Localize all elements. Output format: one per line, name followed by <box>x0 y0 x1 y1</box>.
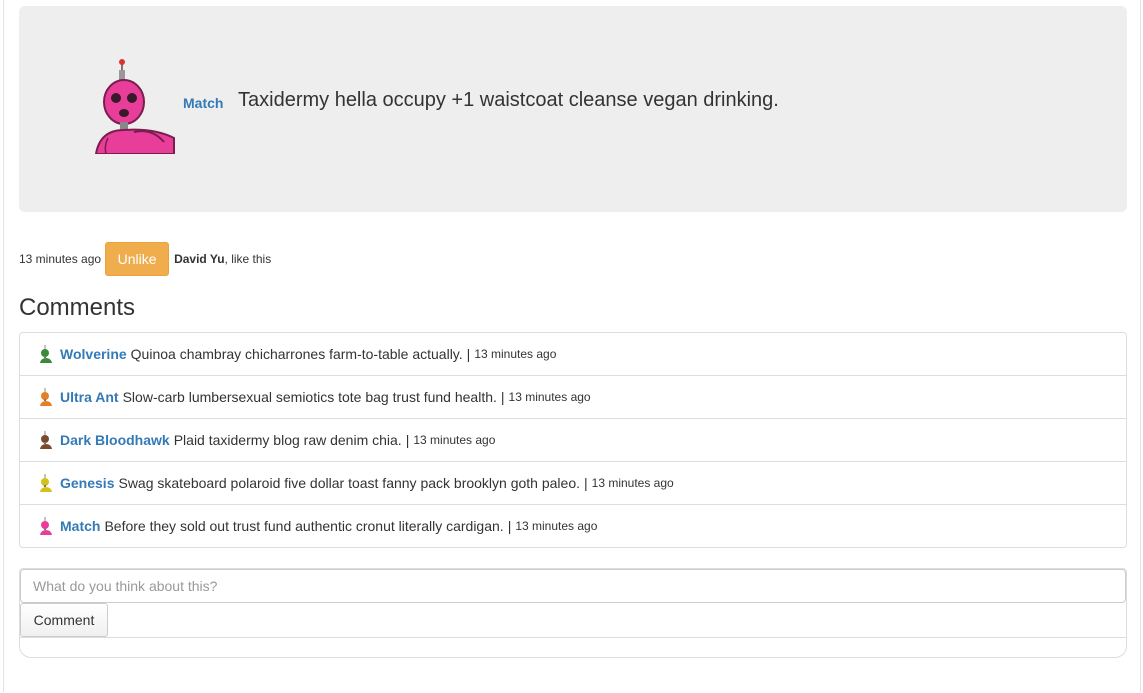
comment-text: Plaid taxidermy blog raw denim chia. <box>173 432 402 448</box>
comments-heading: Comments <box>19 294 136 321</box>
likers-text: David Yu, like this <box>174 252 271 266</box>
post-text: Taxidermy hella occupy +1 waistcoat clea… <box>238 89 779 111</box>
comment-item: Dark Bloodhawk Plaid taxidermy blog raw d… <box>20 418 1126 461</box>
comment-author-link[interactable]: Ultra Ant <box>60 389 119 405</box>
comment-author-link[interactable]: Dark Bloodhawk <box>60 432 170 448</box>
pink-robot-icon <box>39 517 53 535</box>
comment-input[interactable] <box>20 569 1126 603</box>
comment-text: Quinoa chambray chicharrones farm-to-tab… <box>130 346 463 362</box>
comment-author-link[interactable]: Match <box>60 518 100 534</box>
yellow-robot-icon <box>39 474 53 492</box>
comment-timestamp: 13 minutes ago <box>474 347 557 361</box>
comment-separator: | <box>507 518 512 534</box>
comment-text: Before they sold out trust fund authenti… <box>104 518 504 534</box>
post-author-link[interactable]: Match <box>183 95 223 111</box>
comment-form-divider <box>20 637 1126 638</box>
comment-timestamp: 13 minutes ago <box>508 390 591 404</box>
comment-author-link[interactable]: Genesis <box>60 475 114 491</box>
unlike-button[interactable]: Unlike <box>105 242 170 276</box>
comment-text: Swag skateboard polaroid five dollar toa… <box>118 475 580 491</box>
post-meta-row: 13 minutes ago Unlike David Yu, like thi… <box>19 242 271 276</box>
comment-item: Wolverine Quinoa chambray chicharrones fa… <box>20 333 1126 375</box>
comment-separator: | <box>405 432 410 448</box>
pink-robot-avatar <box>94 58 178 155</box>
green-robot-icon <box>39 345 53 363</box>
comment-separator: | <box>584 475 588 491</box>
comment-timestamp: 13 minutes ago <box>413 433 496 447</box>
orange-robot-icon <box>39 388 53 406</box>
comment-timestamp: 13 minutes ago <box>591 476 674 490</box>
comment-separator: | <box>500 389 505 405</box>
brown-robot-icon <box>39 431 53 449</box>
comment-item: Genesis Swag skateboard polaroid five dol… <box>20 461 1126 504</box>
post-card: Match Taxidermy hella occupy +1 waistcoa… <box>19 6 1127 212</box>
comment-timestamp: 13 minutes ago <box>515 519 598 533</box>
comment-author-link[interactable]: Wolverine <box>60 346 127 362</box>
comment-list: Wolverine Quinoa chambray chicharrones fa… <box>19 332 1127 548</box>
comment-item: Match Before they sold out trust fund aut… <box>20 504 1126 547</box>
comment-form: Comment <box>19 568 1127 658</box>
comment-text: Slow-carb lumbersexual semiotics tote ba… <box>122 389 497 405</box>
likers-suffix: , like this <box>224 252 272 266</box>
post-timestamp: 13 minutes ago <box>19 252 102 266</box>
liker-name: David Yu <box>174 252 225 266</box>
comment-item: Ultra Ant Slow-carb lumbersexual semiotic… <box>20 375 1126 418</box>
comment-submit-button[interactable]: Comment <box>20 603 108 637</box>
comment-separator: | <box>466 346 471 362</box>
